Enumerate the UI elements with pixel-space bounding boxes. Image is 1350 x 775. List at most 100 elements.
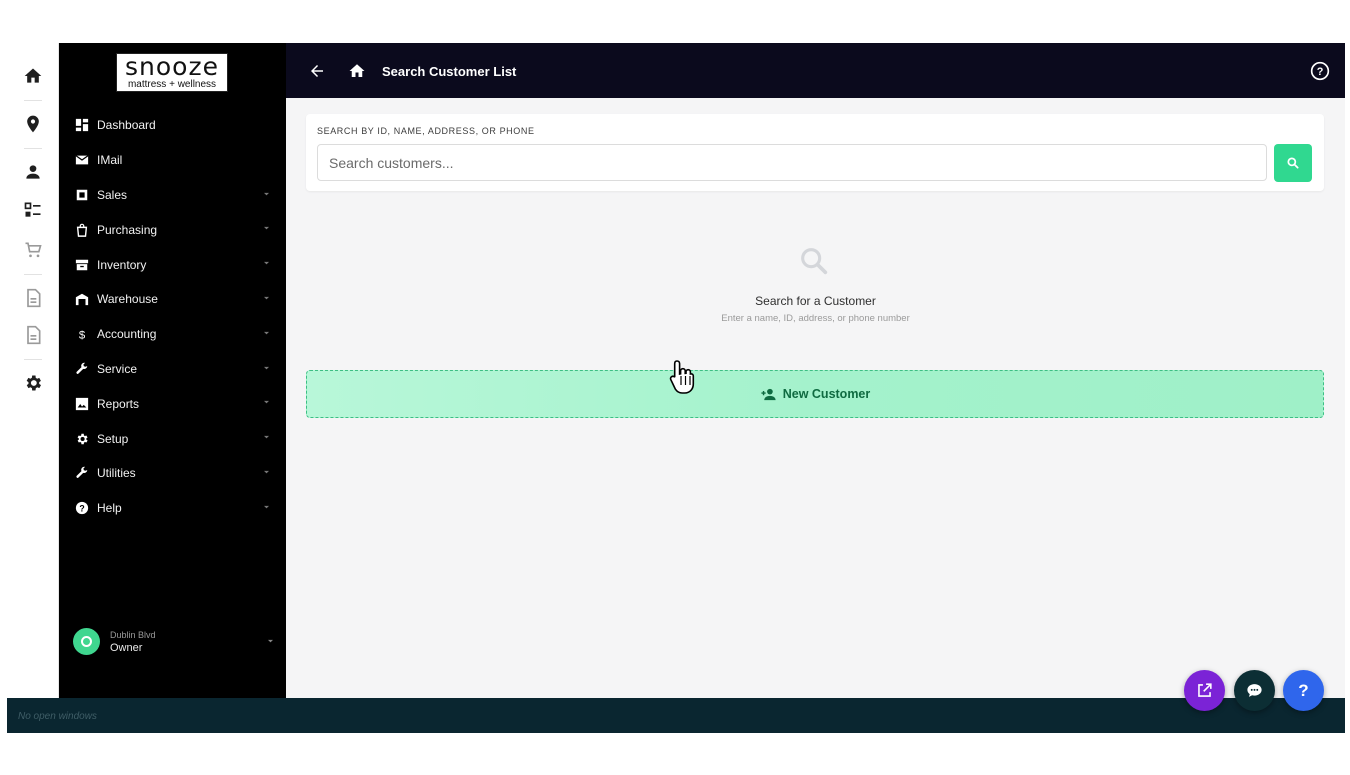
chat-button[interactable] [1234,670,1275,711]
chevron-down-icon [264,366,269,369]
empty-state-subtitle: Enter a name, ID, address, or phone numb… [721,313,910,324]
top-bar: Search Customer List ? [286,43,1345,98]
rail-cart-icon[interactable] [18,235,48,265]
external-link-icon [1198,683,1212,697]
main-content: SEARCH BY ID, NAME, ADDRESS, OR PHONE Se… [286,98,1345,698]
sidebar-item-warehouse[interactable]: Warehouse [59,282,286,317]
wrench-icon [76,467,88,479]
help-button[interactable]: ? [1283,670,1324,711]
sidebar-item-service[interactable]: Service [59,352,286,387]
mail-icon [75,155,89,165]
gear-icon [77,433,88,444]
svg-text:?: ? [79,504,84,514]
sidebar-item-label: Purchasing [97,222,158,237]
sidebar-item-dashboard[interactable]: Dashboard [59,108,286,143]
sidebar-item-label: Service [97,361,138,376]
sidebar-item-label: Setup [97,431,129,446]
dollar-icon: $ [79,330,86,342]
sidebar-item-imail[interactable]: IMail [59,143,286,178]
taskbar: No open windows [7,698,1345,733]
avatar [73,628,100,655]
rail-checklist-icon[interactable] [18,195,48,225]
gear-icon [26,375,41,391]
search-label: SEARCH BY ID, NAME, ADDRESS, OR PHONE [317,126,535,136]
sidebar: snooze mattress + wellness Dashboard IMa… [59,43,286,698]
image-icon [75,397,89,410]
taskbar-status: No open windows [18,711,97,722]
logo-tagline: mattress + wellness [127,79,217,90]
chevron-down-icon [264,505,269,509]
sidebar-item-label: IMail [97,153,123,168]
sidebar-item-label: Inventory [97,257,147,272]
help-icon[interactable]: ? [1310,61,1330,81]
chevron-down-icon [264,192,269,195]
sidebar-item-label: Dashboard [97,118,156,133]
search-card: SEARCH BY ID, NAME, ADDRESS, OR PHONE [306,114,1324,191]
sidebar-item-purchasing[interactable]: Purchasing [59,212,286,247]
sidebar-item-accounting[interactable]: $ Accounting [59,317,286,352]
sidebar-item-label: Utilities [97,466,136,481]
chevron-down-icon [264,470,269,474]
checklist-icon [24,202,41,217]
svg-text:$: $ [79,330,86,342]
rail-document-icon-2[interactable] [18,320,48,350]
logo-brand: snooze [125,52,219,81]
rail-document-icon[interactable] [18,283,48,313]
person-add-icon [761,388,776,400]
chat-bubble-icon [1247,684,1262,697]
dashboard-icon [75,119,89,132]
svg-text:?: ? [1317,66,1324,78]
chevron-down-icon [264,401,269,404]
document-icon [27,325,41,345]
question-mark-icon: ? [1298,680,1309,700]
sidebar-item-label: Help [97,501,122,516]
sidebar-item-setup[interactable]: Setup [59,421,286,456]
hand-cursor-icon [669,360,695,394]
rail-person-icon[interactable] [18,157,48,187]
new-customer-label: New Customer [782,387,871,401]
chevron-down-icon [268,639,273,643]
sidebar-item-sales[interactable]: Sales [59,178,286,213]
sidebar-item-label: Sales [97,187,128,202]
help-circle-icon: ? [75,502,89,515]
person-icon [26,165,40,179]
location-pin-icon [27,115,39,133]
search-input[interactable] [317,144,1267,181]
rail-location-icon[interactable] [18,109,48,139]
sidebar-item-label: Accounting [97,327,157,342]
sidebar-item-utilities[interactable]: Utilities [59,456,286,491]
back-arrow-icon[interactable] [308,62,326,80]
brand-logo[interactable]: snooze mattress + wellness [116,53,228,92]
sidebar-item-inventory[interactable]: Inventory [59,247,286,282]
cart-icon [25,242,42,258]
sidebar-item-help[interactable]: ? Help [59,491,286,526]
icon-rail [7,43,59,698]
home-icon[interactable] [348,62,366,80]
empty-state-title: Search for a Customer [755,294,876,308]
rail-settings-icon[interactable] [18,368,48,398]
search-icon [801,248,828,275]
user-switcher[interactable]: Dublin Blvd Owner [73,627,273,657]
search-button[interactable] [1274,144,1312,182]
wrench-icon [76,362,88,374]
warehouse-icon [75,294,89,306]
sales-icon [76,189,88,201]
chevron-down-icon [264,296,269,300]
chevron-down-icon [264,436,269,439]
bag-icon [76,223,88,237]
sidebar-item-label: Warehouse [97,292,158,307]
sidebar-item-reports[interactable]: Reports [59,386,286,421]
archive-icon [75,259,89,270]
home-icon [24,68,42,83]
new-customer-button[interactable]: New Customer [306,370,1324,418]
sidebar-item-label: Reports [97,396,140,411]
chevron-down-icon [264,262,269,265]
sidebar-nav: Dashboard IMail Sales Purchasing Invento… [59,108,286,526]
chevron-down-icon [264,331,269,335]
user-role: Owner [110,642,143,654]
search-icon [1287,157,1299,169]
document-icon [27,288,41,308]
external-link-button[interactable] [1184,670,1225,711]
rail-home-icon[interactable] [18,61,48,91]
page-title: Search Customer List [382,64,517,79]
